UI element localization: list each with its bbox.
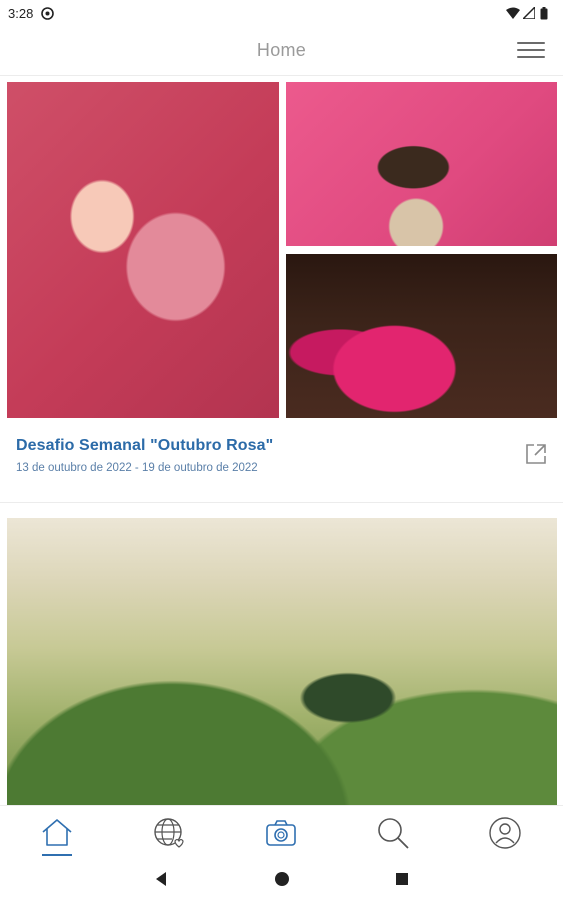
camera-icon[interactable] [264, 816, 298, 850]
explore-globe-icon[interactable] [152, 816, 186, 850]
system-navigation-bar [0, 859, 563, 900]
landscape-card[interactable] [0, 518, 563, 805]
photo-rose[interactable] [286, 254, 557, 418]
hamburger-menu-icon[interactable] [517, 38, 547, 62]
app-bar: Home [0, 26, 563, 76]
challenge-card[interactable]: Desafio Semanal "Outubro Rosa" 13 de out… [0, 77, 563, 503]
photo-landscape[interactable] [7, 518, 557, 805]
bottom-navigation [0, 805, 563, 859]
wifi-icon [506, 7, 520, 20]
feed[interactable]: Desafio Semanal "Outubro Rosa" 13 de out… [0, 77, 563, 805]
active-tab-indicator [42, 854, 72, 856]
open-external-icon[interactable] [523, 441, 549, 467]
status-bar: 3:28 [0, 0, 563, 26]
challenge-date-range: 13 de outubro de 2022 - 19 de outubro de… [16, 462, 258, 474]
recents-icon[interactable] [392, 869, 412, 889]
home-system-icon[interactable] [272, 869, 292, 889]
signal-icon [521, 4, 536, 20]
search-icon[interactable] [376, 816, 410, 850]
back-icon[interactable] [151, 869, 171, 889]
home-icon[interactable] [40, 816, 74, 850]
page-title: Home [256, 40, 307, 60]
photo-newborn[interactable] [7, 82, 279, 418]
battery-icon [540, 6, 553, 20]
notification-icon [41, 6, 55, 20]
status-time: 3:28 [8, 5, 34, 21]
challenge-meta: Desafio Semanal "Outubro Rosa" 13 de out… [16, 437, 273, 474]
photo-puppy[interactable] [286, 82, 557, 246]
challenge-title[interactable]: Desafio Semanal "Outubro Rosa" [16, 437, 273, 455]
profile-icon[interactable] [488, 816, 522, 850]
